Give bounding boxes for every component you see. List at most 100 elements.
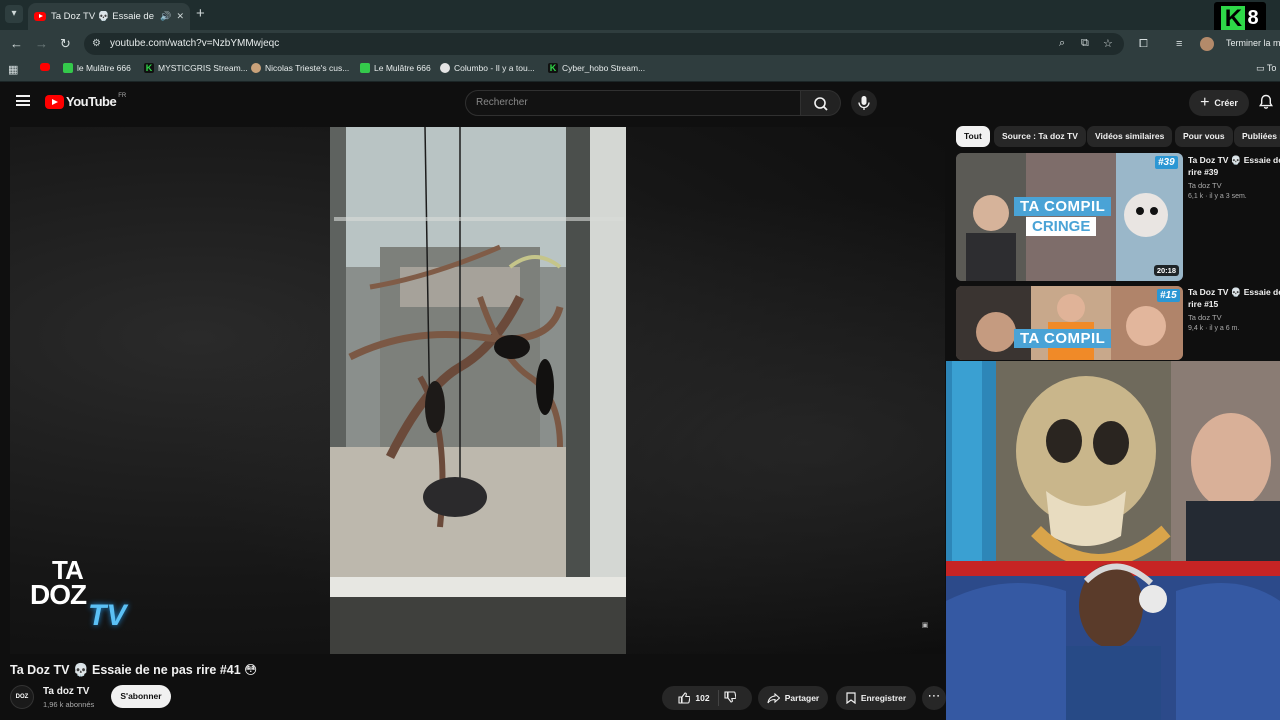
like-count: 102 [695,693,710,703]
browser-tab-active[interactable]: Ta Doz TV 💀 Essaie de ne pas rire #41 🔊 … [28,3,190,30]
site-settings-icon[interactable]: ⚙ [92,38,101,49]
bookmark-item-3[interactable]: Nicolas Trieste's cus... [251,63,349,73]
recommendation-thumbnail-1[interactable]: TA COMPIL CRINGE #39 20:18 [956,153,1183,281]
chip-all[interactable]: Tout [956,126,990,147]
chip-for-you[interactable]: Pour vous [1175,126,1233,147]
subscribe-button[interactable]: S'abonner [111,685,171,708]
recommendation-channel-1[interactable]: Ta doz TV [1188,181,1222,190]
save-label: Enregistrer [860,693,907,703]
reload-icon[interactable]: ↻ [60,36,71,52]
recommendation-title-1[interactable]: Ta Doz TV 💀 Essaie de rire #39 [1188,154,1280,178]
thumbnail-banner-top: TA COMPIL [1014,197,1112,216]
media-control-icon[interactable]: ≡ [1176,38,1182,50]
bookmark-star-icon[interactable]: ☆ [1103,37,1113,50]
profile-avatar[interactable] [1200,37,1214,51]
bookmark-item-6[interactable]: K Cyber_hobo Stream... [548,63,645,73]
microphone-icon [858,96,870,110]
recommendation-title-2[interactable]: Ta Doz TV 💀 Essaie de rire #15 [1188,286,1280,310]
youtube-logo[interactable]: YouTube FR [45,92,127,109]
recommendation-meta-2: 9,4 k · il y a 6 m. [1188,325,1240,332]
video-title: Ta Doz TV 💀 Essaie de ne pas rire #41 😳 [10,663,258,677]
thumbnail-banner-bottom: CRINGE [1026,217,1097,236]
menu-icon[interactable] [16,95,30,106]
forward-arrow-icon[interactable]: → [35,36,48,52]
bookmark-label: Le Mulâtre 666 [374,63,431,73]
channel-avatar[interactable]: DOZ [10,685,34,709]
recommendation-meta-1: 6,1 k · il y a 3 sem. [1188,193,1247,200]
webcam-feed-image [946,361,1280,720]
green-square-icon [63,63,73,73]
finish-update-button[interactable]: Terminer la m [1226,38,1280,48]
bookmarks-bar: ▦ le Mulâtre 666 K MYSTICGRIS Stream... N… [0,58,1280,82]
share-label: Partager [784,693,820,703]
apps-grid-icon[interactable]: ▦ [8,63,18,76]
recommendation-thumbnail-2[interactable]: TA COMPIL #15 [956,286,1183,360]
green-square-icon [360,63,370,73]
back-arrow-icon[interactable]: ← [10,36,23,52]
bookmark-youtube[interactable] [40,63,50,71]
like-dislike-group: 102 [662,686,752,710]
like-button[interactable]: 102 [678,690,719,706]
dislike-button[interactable] [724,691,737,705]
thumbnail-artwork [956,286,1183,360]
episode-badge: #39 [1155,156,1178,169]
bookmark-item-5[interactable]: Columbo - Il y a tou... [440,63,535,73]
screen: { "browser": { "tab_title": "Ta Doz TV 💀… [0,0,1280,720]
video-frame[interactable] [330,127,626,654]
more-actions-icon[interactable]: ⋯ [922,686,946,710]
bookmark-item-1[interactable]: le Mulâtre 666 [63,63,131,73]
browser-toolbar: ← → ↻ ⚙ youtube.com/watch?v=NzbYMMwjeqc … [0,30,1280,58]
video-duration: 20:18 [1153,265,1179,276]
kick-icon: K [548,63,558,73]
bookmark-label: Cyber_hobo Stream... [562,63,646,73]
youtube-favicon-icon [34,12,46,21]
video-player[interactable]: TA DOZ TV ▣ [10,127,945,654]
bookmark-item-2[interactable]: K MYSTICGRIS Stream... [144,63,248,73]
close-tab-icon[interactable]: ✕ [176,11,184,22]
channel-name[interactable]: Ta doz TV [43,686,89,697]
address-bar[interactable]: ⚙ youtube.com/watch?v=NzbYMMwjeqc ⌕ ⧉ ☆ [84,33,1124,55]
zoom-icon[interactable]: ⌕ [1059,37,1065,50]
tab-title: Ta Doz TV 💀 Essaie de ne pas rire #41 [51,11,155,22]
voice-search-button[interactable] [851,90,877,116]
save-button[interactable]: Enregistrer [836,686,916,710]
episode-badge: #15 [1157,289,1180,302]
watermark-line-3: TV [88,599,127,632]
channel-branding-icon[interactable]: ▣ [916,619,934,633]
chip-published[interactable]: Publiées r [1234,126,1280,147]
create-button[interactable]: + Créer [1189,90,1249,116]
youtube-play-icon [45,94,64,109]
bookmark-label: Nicolas Trieste's cus... [265,63,350,73]
youtube-icon [40,63,50,71]
share-button[interactable]: Partager [758,686,828,710]
columbo-icon [440,63,450,73]
bookmark-label: Columbo - Il y a tou... [454,63,535,73]
channel-watermark-logo: TA DOZ TV [30,555,140,635]
region-code: FR [118,92,127,99]
bookmark-item-4[interactable]: Le Mulâtre 666 [360,63,431,73]
url-text[interactable]: youtube.com/watch?v=NzbYMMwjeqc [110,38,279,49]
chip-similar[interactable]: Vidéos similaires [1087,126,1173,147]
bookmarks-folder-label: To [1266,63,1277,73]
chip-source[interactable]: Source : Ta doz TV [994,126,1086,147]
bookmarks-folder[interactable]: ▭ To [1256,63,1276,74]
bookmark-label: le Mulâtre 666 [77,63,131,73]
thumbs-up-icon [678,692,691,704]
new-tab-icon[interactable]: + [196,6,205,22]
kick-icon: K [144,63,154,73]
notifications-bell-icon[interactable] [1259,94,1273,110]
share-icon [767,692,780,703]
extensions-icon[interactable]: ⧠ [1139,38,1148,51]
install-app-icon[interactable]: ⧉ [1081,37,1089,50]
thumbnail-banner-top: TA COMPIL [1014,329,1112,348]
tab-search-chevron-icon[interactable]: ▾ [5,5,23,23]
search-button[interactable] [801,90,841,116]
browser-tab-bar: ▾ Ta Doz TV 💀 Essaie de ne pas rire #41 … [0,0,1280,35]
search-icon [814,97,828,111]
thumbs-down-icon [724,691,737,703]
goat-icon [251,63,261,73]
recommendation-channel-2[interactable]: Ta doz TV [1188,313,1222,322]
youtube-masthead: YouTube FR + Créer [0,82,1280,122]
audio-playing-icon[interactable]: 🔊 [160,11,171,22]
search-input[interactable] [476,97,776,108]
